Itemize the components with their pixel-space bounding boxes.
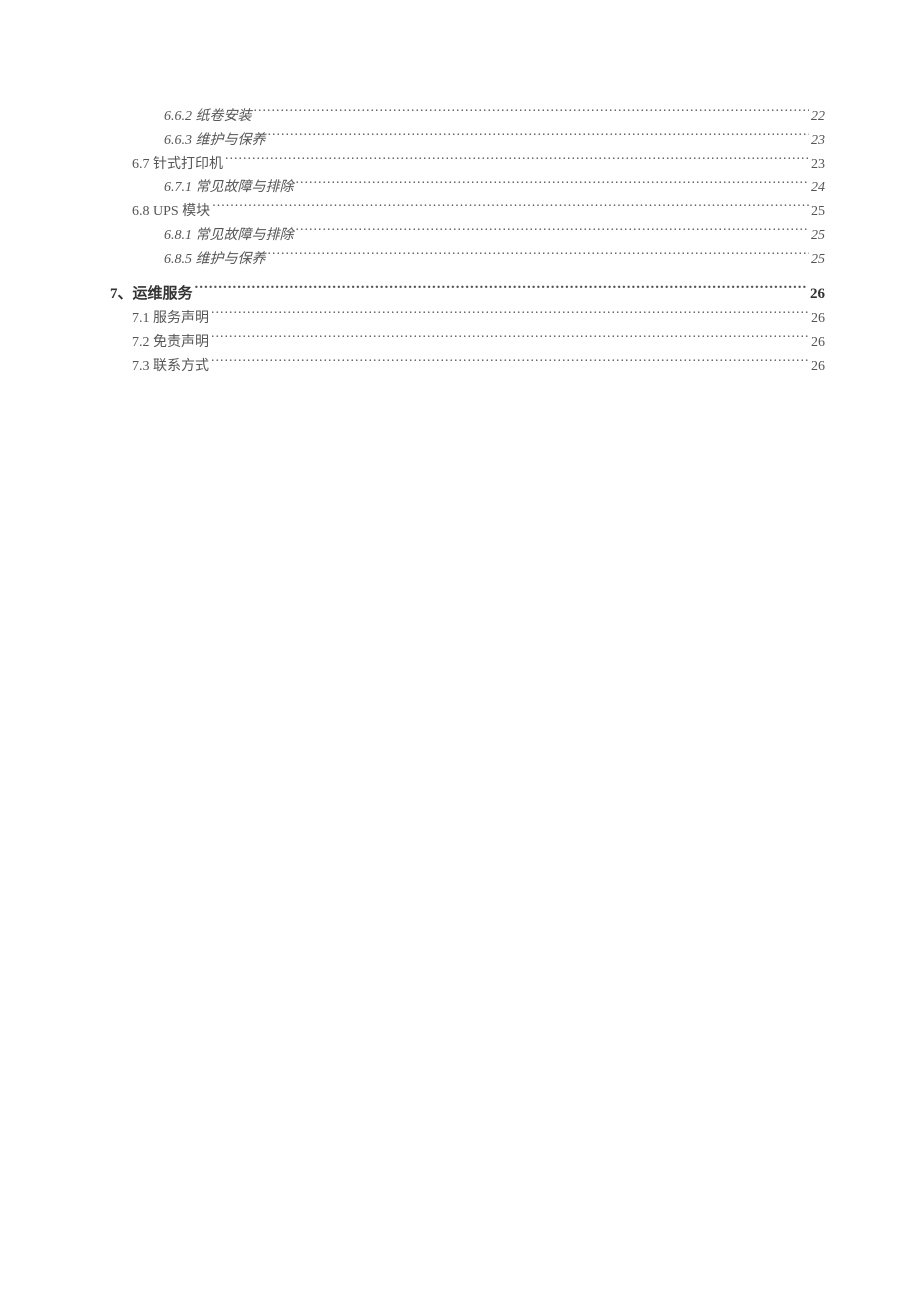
toc-leader-dots xyxy=(296,177,810,191)
toc-page-number: 25 xyxy=(811,248,825,272)
toc-page-number: 26 xyxy=(811,355,825,379)
toc-entry: 7.1 服务声明 26 xyxy=(100,307,825,331)
toc-page-number: 23 xyxy=(811,153,825,177)
toc-label: 6.8 UPS 模块 xyxy=(132,200,210,224)
toc-leader-dots xyxy=(211,332,809,346)
toc-leader-dots xyxy=(195,283,808,298)
toc-page-number: 25 xyxy=(811,200,825,224)
toc-entry: 7、运维服务 26 xyxy=(100,282,825,308)
toc-leader-dots xyxy=(212,201,809,215)
toc-page-number: 26 xyxy=(811,307,825,331)
toc-label: 6.8.5 维护与保养 xyxy=(164,248,266,272)
toc-label: 6.6.2 纸卷安装 xyxy=(164,105,252,129)
toc-label: 6.6.3 维护与保养 xyxy=(164,129,266,153)
toc-page-number: 26 xyxy=(810,282,825,308)
toc-leader-dots xyxy=(268,249,810,263)
toc-entry: 7.2 免责声明 26 xyxy=(100,331,825,355)
toc-leader-dots xyxy=(225,154,809,168)
toc-page-number: 25 xyxy=(811,224,825,248)
toc-label: 6.7.1 常见故障与排除 xyxy=(164,176,294,200)
toc-label: 7、运维服务 xyxy=(110,282,193,308)
toc-entry: 7.3 联系方式 26 xyxy=(100,355,825,379)
toc-label: 7.2 免责声明 xyxy=(132,331,209,355)
toc-label: 6.7 针式打印机 xyxy=(132,153,223,177)
toc-entry: 6.8 UPS 模块 25 xyxy=(100,200,825,224)
toc-leader-dots xyxy=(268,130,810,144)
toc-entry: 6.8.1 常见故障与排除 25 xyxy=(100,224,825,248)
toc-label: 7.3 联系方式 xyxy=(132,355,209,379)
toc-entry: 6.6.3 维护与保养 23 xyxy=(100,129,825,153)
toc-leader-dots xyxy=(296,225,810,239)
toc-entry: 6.7.1 常见故障与排除 24 xyxy=(100,176,825,200)
toc-entry: 6.6.2 纸卷安装 22 xyxy=(100,105,825,129)
toc-label: 7.1 服务声明 xyxy=(132,307,209,331)
toc-leader-dots xyxy=(211,356,809,370)
table-of-contents: 6.6.2 纸卷安装226.6.3 维护与保养236.7 针式打印机236.7.… xyxy=(100,105,825,378)
toc-leader-dots xyxy=(254,106,810,120)
toc-entry: 6.7 针式打印机 23 xyxy=(100,153,825,177)
toc-page-number: 23 xyxy=(811,129,825,153)
toc-page-number: 24 xyxy=(811,176,825,200)
toc-page-number: 26 xyxy=(811,331,825,355)
toc-label: 6.8.1 常见故障与排除 xyxy=(164,224,294,248)
toc-entry: 6.8.5 维护与保养 25 xyxy=(100,248,825,272)
toc-leader-dots xyxy=(211,308,809,322)
toc-page-number: 22 xyxy=(811,105,825,129)
